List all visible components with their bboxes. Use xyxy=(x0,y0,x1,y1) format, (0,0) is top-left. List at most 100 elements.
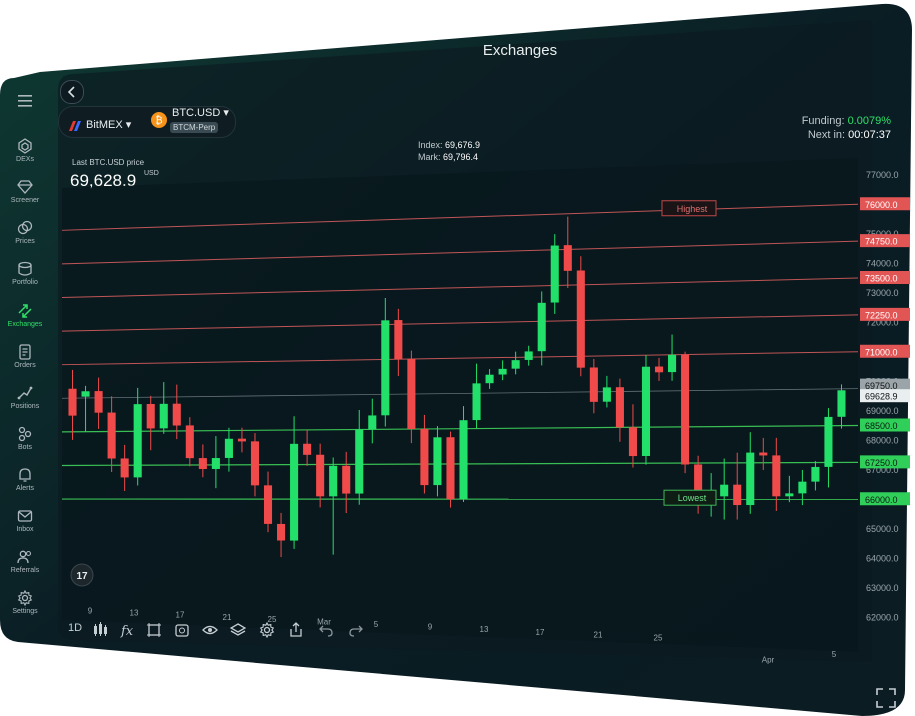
candle-body xyxy=(759,452,768,456)
candle-body xyxy=(433,437,442,486)
candle-body xyxy=(381,320,390,416)
x-tick-label: 5 xyxy=(832,650,837,659)
fx-icon[interactable]: fx xyxy=(120,622,136,638)
resistance-price-label: 76000.0 xyxy=(865,200,898,210)
undo-icon[interactable] xyxy=(318,622,334,638)
candle-body xyxy=(263,485,273,524)
support-price-label: 68500.0 xyxy=(865,421,898,431)
plot-area xyxy=(62,158,858,652)
y-tick-label: 69000.0 xyxy=(866,406,899,416)
candle-body xyxy=(550,245,559,303)
candle-body xyxy=(668,354,677,373)
redo-icon[interactable] xyxy=(348,622,364,638)
candle-body xyxy=(290,443,299,541)
candle-body xyxy=(172,403,181,426)
snapshot-icon[interactable] xyxy=(174,622,190,638)
candle-body xyxy=(615,387,624,428)
candle-body xyxy=(185,425,194,459)
candle-body xyxy=(120,458,129,478)
y-tick-label: 63000.0 xyxy=(866,583,899,593)
candlestick-chart[interactable]: HighestLowest77000.076000.075000.074000.… xyxy=(0,0,915,716)
share-icon[interactable] xyxy=(288,622,304,638)
tradingview-logo-mark: 17 xyxy=(76,571,88,582)
candle-body xyxy=(472,383,481,421)
layers-icon[interactable] xyxy=(230,622,246,638)
resistance-price-label: 73500.0 xyxy=(865,274,898,284)
candle-body xyxy=(524,351,533,360)
candle-body xyxy=(798,481,807,494)
candle-body xyxy=(303,443,312,455)
gear-icon[interactable] xyxy=(259,622,275,638)
candle-body xyxy=(107,412,116,459)
candle-body xyxy=(81,391,90,397)
candle-body xyxy=(628,427,637,457)
candle-body xyxy=(446,437,455,500)
candle-body xyxy=(459,420,468,500)
candle-body xyxy=(368,415,377,430)
highest-tag: Highest xyxy=(677,204,708,214)
candle-body xyxy=(420,428,429,486)
support-price-label: 66000.0 xyxy=(865,495,898,505)
x-tick-label: 17 xyxy=(176,611,185,620)
y-tick-label: 64000.0 xyxy=(866,553,899,563)
candle-body xyxy=(681,354,690,465)
candle-body xyxy=(316,454,325,497)
interval-selector[interactable]: 1D xyxy=(68,622,82,634)
candle-body xyxy=(589,367,598,402)
candle-body xyxy=(68,388,77,416)
candle-body xyxy=(641,366,651,456)
fullscreen-icon[interactable] xyxy=(876,688,896,708)
candle-body xyxy=(211,458,220,469)
candle-body xyxy=(654,366,664,373)
candle-body xyxy=(772,455,781,497)
candle-body xyxy=(785,493,794,497)
lowest-tag: Lowest xyxy=(678,493,707,503)
resistance-price-label: 71000.0 xyxy=(865,347,898,357)
candle-body xyxy=(250,441,260,486)
x-tick-label: 17 xyxy=(536,628,545,637)
eye-icon[interactable] xyxy=(202,622,218,638)
candle-body xyxy=(159,403,168,429)
candle-body xyxy=(94,391,103,413)
x-tick-label: 5 xyxy=(374,620,379,629)
x-tick-label: 21 xyxy=(223,613,232,622)
svg-text:fx: fx xyxy=(120,624,134,638)
y-tick-label: 74000.0 xyxy=(866,258,899,268)
y-tick-label: 62000.0 xyxy=(866,612,899,622)
candle-body xyxy=(355,429,364,494)
x-tick-label: 13 xyxy=(130,608,139,617)
candle-body xyxy=(498,368,507,375)
candle-body xyxy=(746,452,755,506)
candle-body xyxy=(824,416,833,467)
candle-body xyxy=(394,320,403,360)
candle-body xyxy=(277,523,286,541)
candle-body xyxy=(811,466,820,482)
x-tick-label: 9 xyxy=(88,606,93,615)
candle-body xyxy=(563,245,572,271)
crop-icon[interactable] xyxy=(146,622,162,638)
candle-body xyxy=(146,403,155,429)
support-price-label: 67250.0 xyxy=(865,458,898,468)
x-tick-label: 13 xyxy=(480,625,489,634)
candle-body xyxy=(837,390,846,417)
candle-body xyxy=(329,465,338,497)
x-tick-label: 9 xyxy=(428,623,433,632)
candle-body xyxy=(342,465,351,494)
x-tick-label: 21 xyxy=(594,631,603,640)
candle-body xyxy=(733,484,742,506)
candle-body xyxy=(720,484,729,497)
candle-body xyxy=(133,404,142,478)
price-tag-label: 69628.9 xyxy=(865,392,898,402)
y-tick-label: 77000.0 xyxy=(866,170,899,180)
candle-body xyxy=(237,438,246,442)
candle-body xyxy=(224,438,233,458)
y-tick-label: 68000.0 xyxy=(866,435,899,445)
x-tick-label: 25 xyxy=(654,633,663,642)
candle-body xyxy=(537,302,546,352)
candles-icon[interactable] xyxy=(92,622,108,638)
candle-body xyxy=(576,270,585,368)
candle-body xyxy=(485,374,494,384)
candle-body xyxy=(407,359,416,430)
y-tick-label: 73000.0 xyxy=(866,288,899,298)
candle-body xyxy=(602,387,611,402)
